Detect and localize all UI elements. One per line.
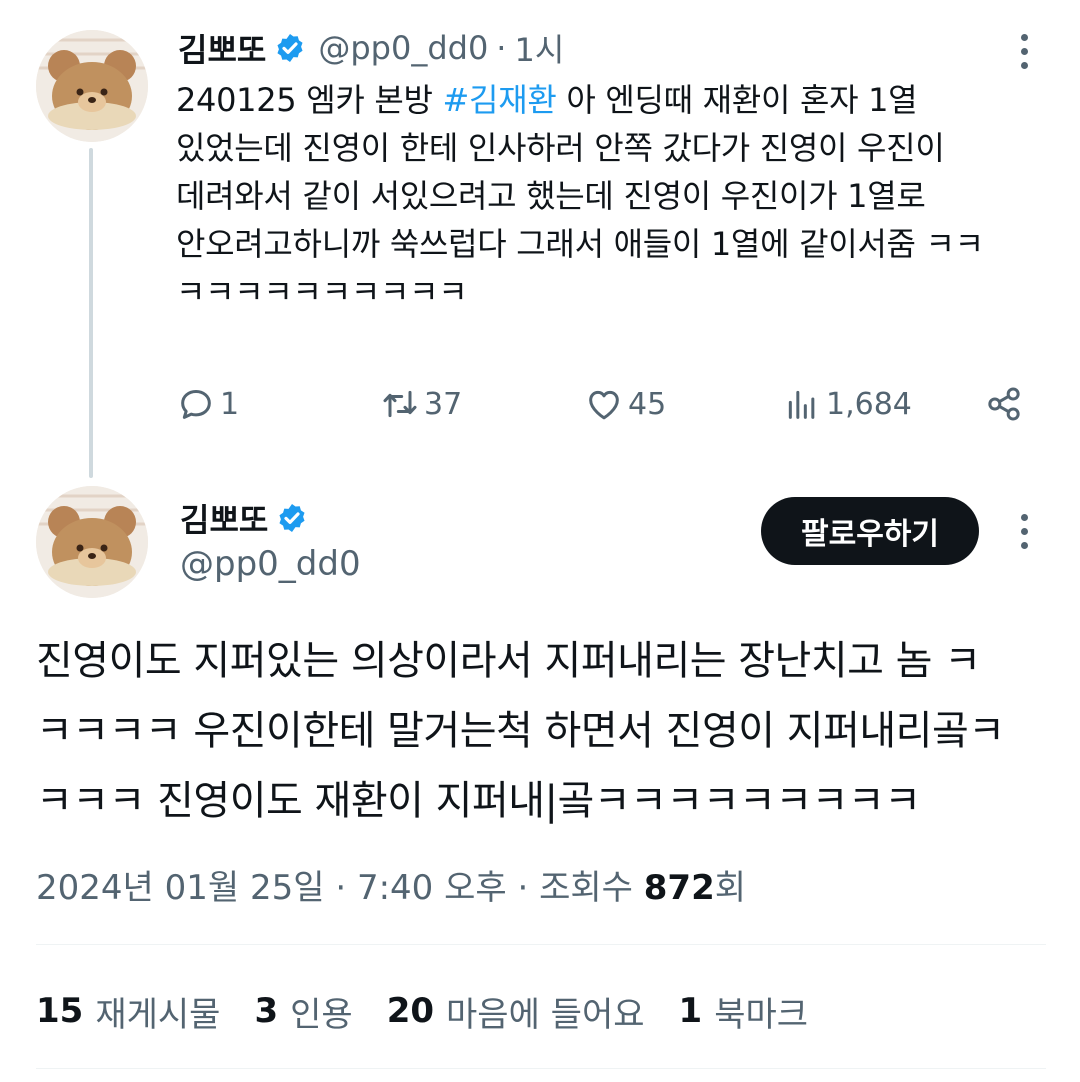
views-suffix: 회 [714,868,747,908]
reply-button[interactable]: 1 [176,382,239,426]
author-handle[interactable]: @pp0_dd0 [180,544,361,584]
stat-label: 재게시물 [95,994,221,1035]
stat-quotes[interactable]: 3 인용 [254,987,352,1036]
avatar[interactable] [36,30,148,142]
reply-count: 1 [220,386,240,422]
tweet-date[interactable]: 2024년 01월 25일 [36,868,325,908]
tweet-text-prefix: 240125 엠카 본방 [176,81,443,119]
views-count: 1,684 [826,386,912,422]
more-icon[interactable] [1018,34,1030,69]
tweet-text-line: 있었는데 진영이 한테 인사하러 안쪽 갔다가 진영이 우진이 [176,129,945,167]
stat-label: 북마크 [714,994,809,1035]
divider [36,1068,1046,1069]
follow-button[interactable]: 팔로우하기 [761,497,979,565]
views-label: 조회수 [539,868,633,908]
like-icon [589,390,619,420]
engagement-stats: 15 재게시물 3 인용 20 마음에 들어요 1 북마크 [36,987,842,1036]
views-count: 872 [643,868,715,908]
tweet-text-line: 아 엔딩때 재환이 혼자 1열 [566,81,918,119]
verified-badge-icon [274,32,306,64]
tweet-text-line: ㅋㅋㅋㅋ 우진이한테 말거는척 하면서 진영이 지퍼내리곸ㅋ [36,708,1005,754]
stat-number: 15 [36,991,84,1031]
retweet-count: 37 [424,386,463,422]
tweet-clock[interactable]: 7:40 오후 [357,868,507,908]
like-button[interactable]: 45 [584,382,666,426]
stat-likes[interactable]: 20 마음에 들어요 [387,987,645,1036]
stat-bookmarks[interactable]: 1 북마크 [679,987,809,1036]
separator-dot: · [517,868,540,908]
separator-dot: · [335,868,357,908]
more-icon[interactable] [1018,514,1030,549]
tweet-text-line: 안오려고하니까 쑥쓰럽다 그래서 애들이 1열에 같이서줌 ㅋㅋ [176,225,984,263]
reply-icon [181,390,211,419]
hashtag-link[interactable]: #김재환 [443,81,557,119]
stat-label: 인용 [290,994,353,1035]
stat-label: 마음에 들어요 [446,994,645,1035]
author-name[interactable]: 김뽀또 [178,25,266,71]
verified-badge-icon [276,502,308,534]
stat-number: 20 [386,991,435,1031]
stat-number: 3 [254,991,279,1031]
tweet2-author-row: 김뽀또 [180,496,308,540]
views-icon [788,390,815,419]
tweet1-action-bar: 1 37 45 1,684 [176,382,1036,426]
tweet2-text: 진영이도 지퍼있는 의상이라서 지퍼내리는 장난치고 놈 ㅋ ㅋㅋㅋㅋ 우진이한… [36,626,1046,836]
separator-dot: · [496,29,507,67]
tweet-text-line: ㅋㅋㅋ 진영이도 재환이 지퍼내|곸ㅋㅋㅋㅋㅋㅋㅋㅋㅋ [36,778,921,824]
stat-reposts[interactable]: 15 재게시물 [36,987,220,1036]
divider [36,944,1046,945]
avatar[interactable] [36,486,148,598]
views-button[interactable]: 1,684 [782,382,912,426]
tweet-text-line: 진영이도 지퍼있는 의상이라서 지퍼내리는 장난치고 놈 ㅋ [36,638,981,684]
tweet-text-line: ㅋㅋㅋㅋㅋㅋㅋㅋㅋㅋ [176,273,468,311]
retweet-button[interactable]: 37 [380,382,462,426]
tweet1-text: 240125 엠카 본방 #김재환 아 엔딩때 재환이 혼자 1열 있었는데 진… [176,76,1036,316]
tweet-text-line: 데려와서 같이 서있으려고 했는데 진영이 우진이가 1열로 [176,177,926,215]
like-count: 45 [628,386,667,422]
stat-number: 1 [678,991,703,1031]
tweet-meta: 2024년 01월 25일 · 7:40 오후 · 조회수 872회 [36,860,746,909]
share-button[interactable] [984,382,1024,426]
retweet-icon [383,390,417,418]
thread-connector-line [89,148,93,478]
author-handle[interactable]: @pp0_dd0 [318,29,488,67]
tweet-time[interactable]: 1시 [514,25,564,71]
author-name[interactable]: 김뽀또 [180,495,268,541]
tweet1-header: 김뽀또 @pp0_dd0 · 1시 [178,26,564,70]
bear-cookie-avatar-image [36,30,148,142]
bear-cookie-avatar-image [36,486,148,598]
share-icon [988,387,1020,421]
